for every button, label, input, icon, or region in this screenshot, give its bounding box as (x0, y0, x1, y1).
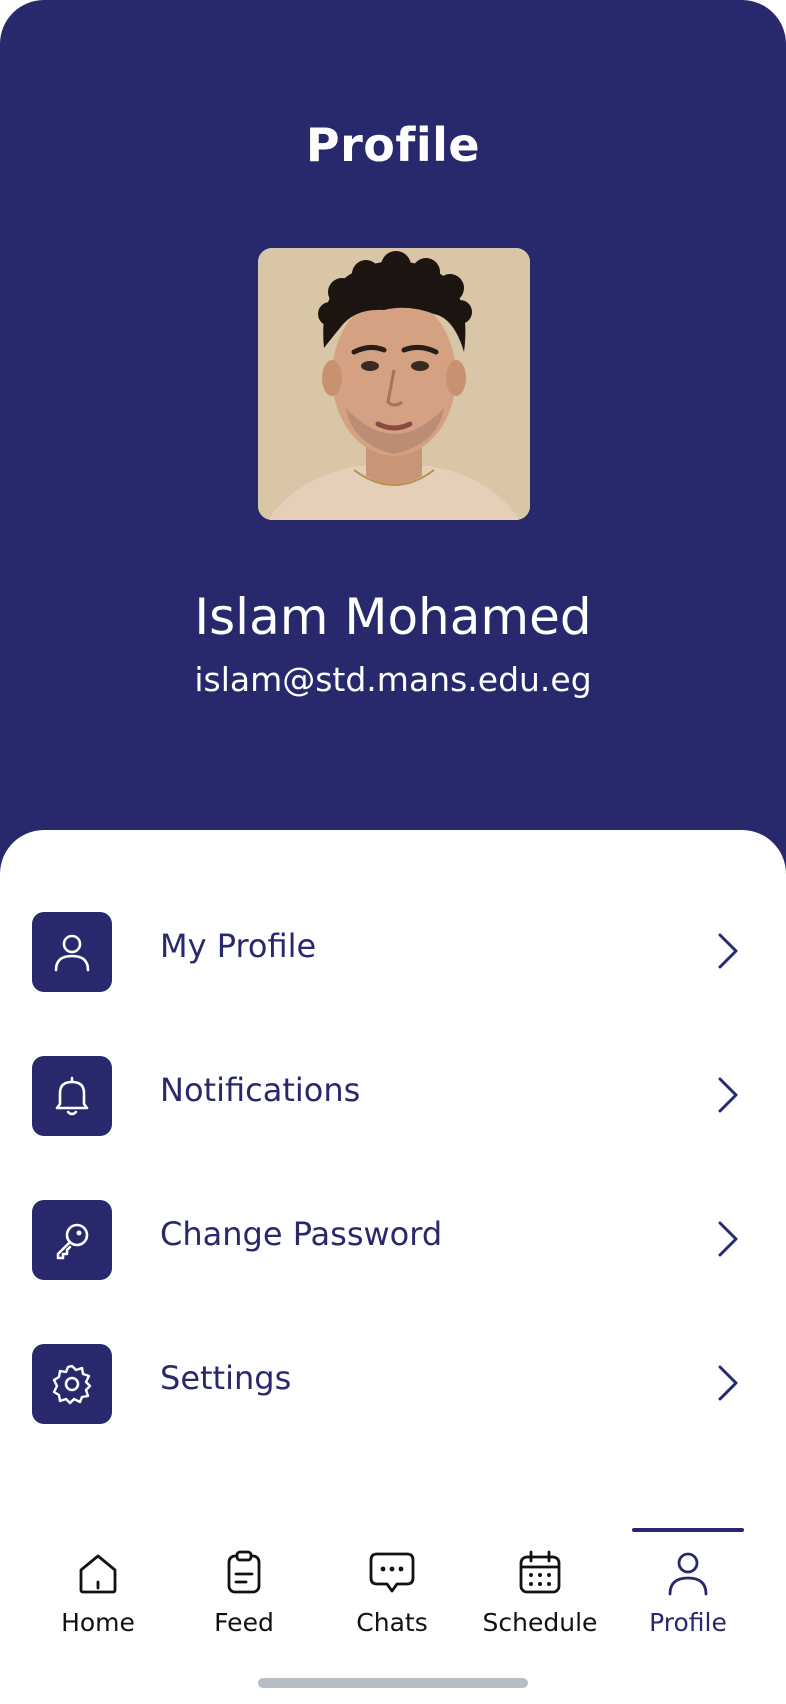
menu-item-change-password[interactable]: Change Password (0, 1185, 786, 1295)
page-title: Profile (305, 118, 481, 172)
bell-icon (55, 1076, 89, 1116)
menu-item-label: Notifications (160, 1071, 361, 1109)
menu-item-settings[interactable]: Settings (0, 1329, 786, 1439)
user-icon (668, 1552, 708, 1596)
menu-item-notifications[interactable]: Notifications (0, 1041, 786, 1151)
home-indicator[interactable] (258, 1678, 528, 1688)
home-icon (79, 1554, 117, 1594)
user-icon (54, 934, 90, 972)
calendar-icon (519, 1550, 561, 1594)
clipboard-icon (227, 1550, 261, 1594)
profile-screen: Profile Islam Mohamed islam@std.mans.edu… (0, 0, 786, 1704)
menu-item-label: Change Password (160, 1215, 443, 1253)
nav-label: Home (61, 1608, 135, 1637)
chevron-right-icon (718, 933, 738, 969)
user-email: islam@std.mans.edu.eg (194, 660, 592, 699)
chat-bubble-icon (369, 1552, 415, 1593)
chevron-right-icon (718, 1077, 738, 1113)
chevron-right-icon (718, 1365, 738, 1401)
active-tab-indicator (632, 1528, 744, 1532)
avatar-photo (258, 248, 530, 520)
nav-item-home[interactable]: Home (24, 1548, 172, 1668)
nav-label: Profile (649, 1608, 727, 1637)
nav-item-feed[interactable]: Feed (170, 1548, 318, 1668)
nav-label: Schedule (482, 1608, 598, 1637)
menu-icon-box (32, 1344, 112, 1424)
nav-item-schedule[interactable]: Schedule (466, 1548, 614, 1668)
nav-item-chats[interactable]: Chats (318, 1548, 466, 1668)
menu-item-label: Settings (160, 1359, 292, 1397)
menu-icon-box (32, 1056, 112, 1136)
nav-label: Chats (356, 1608, 428, 1637)
menu-icon-box (32, 1200, 112, 1280)
avatar (258, 248, 530, 520)
key-icon (56, 1223, 89, 1260)
chevron-right-icon (718, 1221, 738, 1257)
nav-item-profile[interactable]: Profile (614, 1548, 762, 1668)
user-name: Islam Mohamed (194, 588, 592, 646)
menu-icon-box (32, 912, 112, 992)
nav-label: Feed (214, 1608, 274, 1637)
menu-item-my-profile[interactable]: My Profile (0, 897, 786, 1007)
menu-item-label: My Profile (160, 927, 317, 965)
profile-header: Profile Islam Mohamed islam@std.mans.edu… (0, 0, 786, 880)
gear-icon (52, 1364, 92, 1405)
